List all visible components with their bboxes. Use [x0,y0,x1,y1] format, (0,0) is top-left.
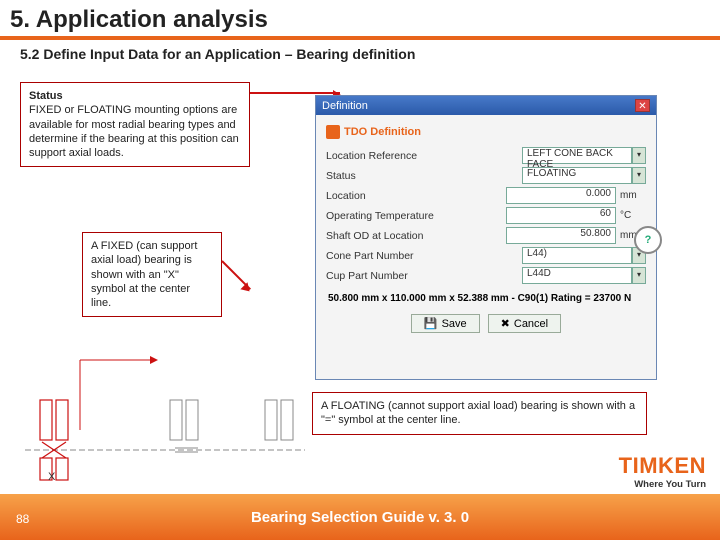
row-shaft-od: Shaft OD at Location 50.800 mm [326,227,646,244]
callout-body: FIXED or FLOATING mounting options are a… [29,103,241,160]
status-select[interactable]: FLOATING [522,167,632,184]
dialog-titlebar: Definition ✕ [316,96,656,115]
dialog-body: TDO Definition Location Reference LEFT C… [316,115,656,341]
dialog-title-text: Definition [322,100,368,112]
arrow-to-diagram [221,260,251,290]
cancel-button[interactable]: ✖ Cancel [488,314,561,333]
callout-floating: A FLOATING (cannot support axial load) b… [312,392,647,435]
location-input[interactable]: 0.000 [506,187,616,204]
definition-dialog: Definition ✕ TDO Definition Location Ref… [315,95,657,380]
save-icon: 💾 [424,317,438,330]
callout-title: Status [29,89,241,103]
bearing-icon [326,125,340,139]
cone-input[interactable]: L44) [522,247,632,264]
callout-body: A FIXED (can support axial load) bearing… [91,239,213,310]
arrow-to-dialog [250,92,340,94]
dialog-buttons: 💾 Save ✖ Cancel [326,314,646,333]
chevron-down-icon[interactable]: ▾ [632,147,646,164]
svg-text:X: X [48,471,56,483]
brand-block: TIMKEN Where You Turn [619,453,706,490]
chevron-down-icon[interactable]: ▾ [632,267,646,284]
footer-title: Bearing Selection Guide v. 3. 0 [251,509,469,526]
slide-title: 5. Application analysis [10,6,710,34]
brand-logo: TIMKEN [619,453,706,479]
row-status: Status FLOATING ▾ [326,167,646,184]
bearing-summary: 50.800 mm x 110.000 mm x 52.388 mm - C90… [326,287,646,310]
cup-input[interactable]: L44D [522,267,632,284]
callout-status: Status FIXED or FLOATING mounting option… [20,82,250,167]
bearing-diagram: X [20,330,310,485]
brand-tagline: Where You Turn [619,479,706,490]
row-temperature: Operating Temperature 60 °C [326,207,646,224]
row-cone-part: Cone Part Number L44) ▾ [326,247,646,264]
help-icon[interactable]: ? [634,226,662,254]
save-button[interactable]: 💾 Save [411,314,480,333]
dialog-heading: TDO Definition [326,125,646,139]
slide-header: 5. Application analysis [0,0,720,40]
slide-subhead: 5.2 Define Input Data for an Application… [0,40,720,68]
callout-body: A FLOATING (cannot support axial load) b… [321,399,638,428]
chevron-down-icon[interactable]: ▾ [632,167,646,184]
callout-fixed: A FIXED (can support axial load) bearing… [82,232,222,317]
shaft-input[interactable]: 50.800 [506,227,616,244]
row-location: Location 0.000 mm [326,187,646,204]
row-location-reference: Location Reference LEFT CONE BACK FACE ▾ [326,147,646,164]
close-icon[interactable]: ✕ [635,99,650,112]
row-cup-part: Cup Part Number L44D ▾ [326,267,646,284]
page-number: 88 [16,512,29,526]
slide-footer: Bearing Selection Guide v. 3. 0 [0,494,720,540]
cancel-icon: ✖ [501,317,510,330]
temp-input[interactable]: 60 [506,207,616,224]
locref-select[interactable]: LEFT CONE BACK FACE [522,147,632,164]
